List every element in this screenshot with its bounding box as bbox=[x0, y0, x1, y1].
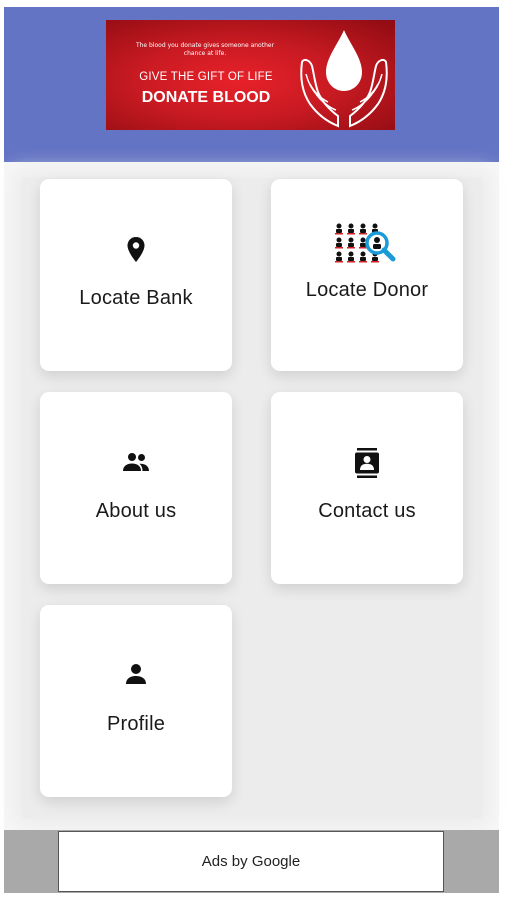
locate-donor-label: Locate Donor bbox=[305, 279, 429, 301]
banner-headline: GIVE THE GIFT OF LIFE bbox=[139, 71, 273, 83]
locate-bank-label: Locate Bank bbox=[79, 287, 193, 309]
blood-drop-hands-icon bbox=[300, 30, 388, 128]
donor-search-icon bbox=[271, 221, 463, 269]
contact-us-label: Contact us bbox=[318, 500, 416, 522]
people-icon bbox=[40, 452, 232, 472]
locate-bank-card[interactable]: Locate Bank bbox=[40, 179, 232, 371]
app-screen: The blood you donate gives someone anoth… bbox=[0, 0, 508, 900]
profile-card[interactable]: Profile bbox=[40, 605, 232, 797]
location-pin-icon bbox=[40, 236, 232, 264]
locate-donor-card[interactable]: Locate Donor bbox=[271, 179, 463, 371]
contact-us-card[interactable]: Contact us bbox=[271, 392, 463, 584]
about-us-label: About us bbox=[95, 500, 177, 522]
donate-blood-banner[interactable]: The blood you donate gives someone anoth… bbox=[106, 20, 395, 130]
profile-label: Profile bbox=[106, 713, 166, 735]
ad-banner[interactable]: Ads by Google bbox=[58, 831, 444, 892]
contact-card-icon bbox=[271, 448, 463, 478]
about-us-card[interactable]: About us bbox=[40, 392, 232, 584]
banner-tagline: The blood you donate gives someone anoth… bbox=[135, 42, 275, 57]
banner-title: DONATE BLOOD bbox=[141, 89, 271, 106]
person-icon bbox=[40, 663, 232, 685]
